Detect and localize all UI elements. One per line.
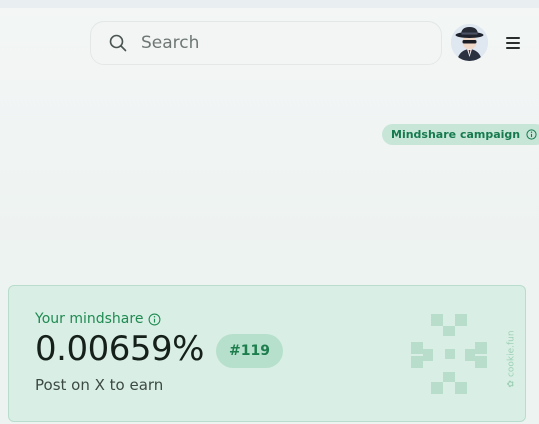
cookie-logo-mark xyxy=(411,314,487,394)
info-icon[interactable] xyxy=(148,313,161,326)
top-strip xyxy=(0,0,539,8)
rank-badge: #119 xyxy=(216,334,283,368)
mindshare-label-row: Your mindshare xyxy=(35,311,161,327)
search-input[interactable] xyxy=(139,32,423,54)
hamburger-menu-icon[interactable] xyxy=(506,37,520,49)
mindshare-value: 0.00659% xyxy=(35,329,204,369)
info-icon[interactable] xyxy=(526,129,537,140)
mindshare-card: Your mindshare 0.00659% #119 Post on X t… xyxy=(8,285,526,422)
mindshare-label: Your mindshare xyxy=(35,311,144,327)
mindshare-campaign-badge[interactable]: Mindshare campaign xyxy=(382,124,539,145)
cookie-fun-brand: ✿ cookie.fun xyxy=(505,328,519,390)
cookie-icon: ✿ xyxy=(507,380,518,388)
search-bar[interactable] xyxy=(90,21,442,65)
brand-label: cookie.fun xyxy=(507,330,518,378)
avatar[interactable] xyxy=(451,24,488,61)
avatar-image xyxy=(451,24,488,61)
search-icon xyxy=(109,34,127,52)
post-on-x-text: Post on X to earn xyxy=(35,376,164,394)
campaign-label: Mindshare campaign xyxy=(391,128,521,141)
